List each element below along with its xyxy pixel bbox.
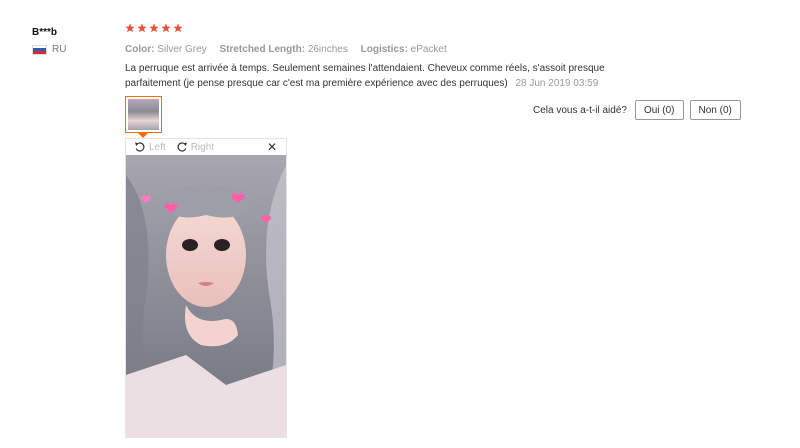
thumbnail-image <box>128 99 159 130</box>
review-photo <box>126 155 286 437</box>
russia-flag-icon <box>32 44 47 55</box>
review-photo-illustration <box>126 155 286 437</box>
review-body: La perruque est arrivée à temps. Seuleme… <box>125 61 645 91</box>
rotate-right-label: Right <box>190 141 215 153</box>
rotate-right-button[interactable]: Right <box>176 141 214 153</box>
star-icon <box>173 23 183 33</box>
helpful-vote: Cela vous a-t-il aidé? Oui (0) Non (0) <box>533 100 741 120</box>
helpful-yes-button[interactable]: Oui (0) <box>634 100 684 120</box>
photo-viewer: Left Right ✕ <box>125 138 287 438</box>
star-icon <box>137 23 147 33</box>
attr-color-label: Color: <box>125 44 155 55</box>
star-icon <box>161 23 171 33</box>
star-icon <box>125 23 135 33</box>
attr-logistics-value: ePacket <box>410 44 447 55</box>
helpful-no-button[interactable]: Non (0) <box>689 100 741 120</box>
product-attributes: Color: Silver Grey Stretched Length: 26i… <box>125 44 457 55</box>
rotate-left-icon <box>135 142 145 152</box>
review-date: 28 Jun 2019 03:59 <box>515 78 599 89</box>
rotate-left-label: Left <box>149 141 166 153</box>
attr-length-label: Stretched Length: <box>219 44 306 55</box>
review-photo-thumbnail[interactable] <box>125 96 162 133</box>
rotate-left-button[interactable]: Left <box>134 141 166 153</box>
reviewer-name: B***b <box>32 27 58 38</box>
rotate-right-icon <box>177 142 187 152</box>
country-code: RU <box>52 44 67 55</box>
star-icon <box>149 23 159 33</box>
helpful-question: Cela vous a-t-il aidé? <box>533 104 627 116</box>
close-icon[interactable]: ✕ <box>267 140 277 154</box>
star-rating <box>125 23 183 33</box>
attr-logistics-label: Logistics: <box>360 44 408 55</box>
attr-color-value: Silver Grey <box>157 44 207 55</box>
viewer-toolbar: Left Right ✕ <box>126 139 286 155</box>
reviewer-country: RU <box>32 44 66 55</box>
attr-length-value: 26inches <box>307 44 348 55</box>
